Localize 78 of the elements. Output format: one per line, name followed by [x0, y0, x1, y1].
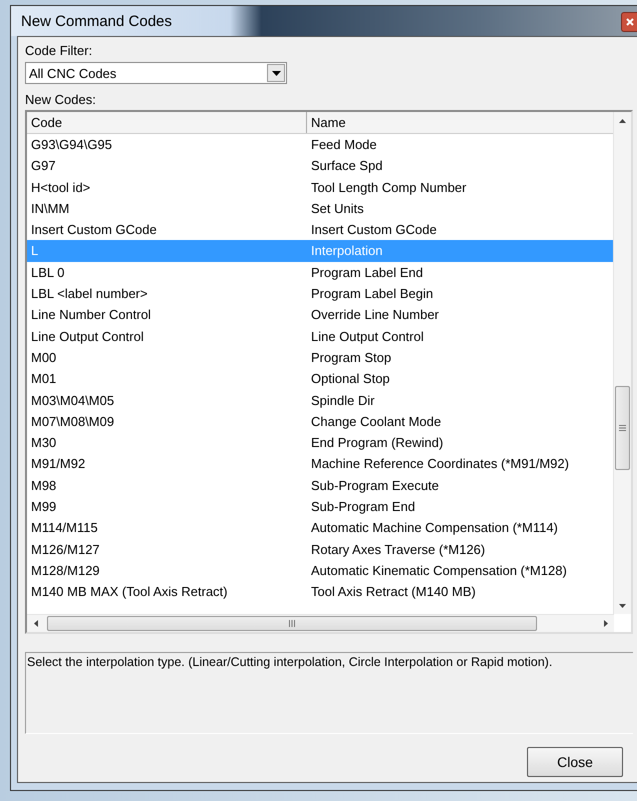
list-row[interactable]: M03\M04\M05 Spindle Dir [27, 390, 613, 411]
list-row[interactable]: M98 Sub-Program Execute [27, 474, 613, 496]
name-cell-text: Interpolation [310, 242, 384, 260]
vertical-scrollbar[interactable] [613, 112, 631, 614]
name-cell-text: Sub-Program Execute [310, 476, 440, 495]
horizontal-scrollbar[interactable] [27, 614, 614, 632]
code-cell-text: L [30, 242, 40, 260]
name-cell-text: Optional Stop [310, 370, 391, 388]
name-cell-text: Override Line Number [310, 306, 440, 324]
code-cell-text: M91/M92 [30, 455, 86, 474]
name-cell-text: Set Units [310, 200, 365, 218]
name-cell-text: Change Coolant Mode [310, 412, 442, 431]
list-row[interactable]: H<tool id> Tool Length Comp Number [27, 176, 613, 198]
code-filter-label: Code Filter: [25, 42, 94, 60]
name-cell-text: Tool Axis Retract (M140 MB) [310, 583, 477, 602]
name-cell-text: End Program (Rewind) [310, 434, 444, 452]
close-button[interactable]: Close [527, 747, 623, 777]
list-row[interactable]: IN\MM Set Units [27, 198, 613, 220]
description-text: Select the interpolation type. (Linear/Cutting interpolation, Circle Interpolation or Rapid motion). [27, 655, 552, 669]
list-row[interactable]: M114/M115 Automatic Machine Compensation (*M114) [27, 517, 613, 539]
column-header[interactable]: Code [27, 112, 307, 133]
name-cell-text: Automatic Kinematic Compensation (*M128) [310, 562, 568, 580]
list-row[interactable]: M128/M129 Automatic Kinematic Compensation (*M128) [27, 560, 613, 582]
list-row[interactable]: M91/M92 Machine Reference Coordinates (*M91/M92) [27, 453, 613, 475]
code-cell-text: H<tool id> [30, 178, 92, 197]
window-title: New Command Codes [20, 12, 172, 30]
code-cell-text: LBL 0 [30, 264, 66, 282]
code-cell-text: M03\M04\M05 [30, 392, 116, 410]
name-cell-text: Surface Spd [310, 157, 384, 176]
list-row[interactable]: M00 Program Stop [27, 346, 613, 368]
list-row[interactable]: LBL <label number> Program Label Begin [27, 283, 613, 304]
code-cell-text: G93\G94\G95 [30, 136, 113, 154]
name-cell-text: Sub-Program End [310, 498, 416, 516]
name-cell-text: Program Label End [310, 264, 424, 282]
list-row[interactable]: G93\G94\G95 Feed Mode [27, 134, 613, 156]
name-cell-text: Rotary Axes Traverse (*M126) [310, 540, 486, 559]
list-row[interactable]: LBL 0 Program Label End [27, 262, 613, 284]
code-cell-text: M140 MB MAX (Tool Axis Retract) [30, 583, 228, 602]
code-cell-text: G97 [30, 157, 57, 176]
code-cell-text: M99 [30, 498, 58, 516]
list-row[interactable]: Insert Custom GCode Insert Custom GCode [27, 219, 613, 240]
scroll-thumb[interactable] [47, 616, 537, 631]
list-row[interactable]: M01 Optional Stop [27, 368, 613, 390]
code-cell-text: M128/M129 [30, 562, 101, 580]
code-cell-text: M00 [30, 348, 58, 367]
list-row[interactable]: Line Output Control Line Output Control [27, 326, 613, 347]
name-cell-text: Insert Custom GCode [310, 221, 438, 240]
code-cell-text: Line Number Control [30, 306, 152, 324]
code-cell-text: Insert Custom GCode [30, 221, 158, 240]
close-icon[interactable] [621, 12, 637, 32]
name-cell-text: Automatic Machine Compensation (*M114) [310, 519, 559, 538]
name-cell-text: Tool Length Comp Number [310, 178, 468, 197]
code-cell-text: M07\M08\M09 [30, 412, 116, 431]
name-cell-text: Program Label Begin [310, 285, 434, 304]
code-cell-text: M126/M127 [30, 540, 101, 559]
code-cell-text: M30 [30, 434, 58, 452]
name-cell-text: Program Stop [310, 348, 392, 367]
code-cell-text: LBL <label number> [30, 285, 149, 304]
code-cell-text: M98 [30, 476, 58, 495]
code-cell-text: M01 [30, 370, 58, 388]
list-row[interactable]: M30 End Program (Rewind) [27, 432, 613, 454]
code-cell-text: M114/M115 [30, 519, 99, 538]
list-row[interactable]: M126/M127 Rotary Axes Traverse (*M126) [27, 538, 613, 560]
list-row[interactable]: G97 Surface Spd [27, 155, 613, 177]
scroll-thumb[interactable] [615, 386, 630, 470]
column-header[interactable]: Name [307, 112, 613, 133]
list-row[interactable]: M140 MB MAX (Tool Axis Retract) Tool Axis Retract (M140 MB) [27, 581, 613, 603]
name-cell-text: Spindle Dir [310, 392, 376, 410]
code-cell-text: Line Output Control [30, 328, 145, 346]
code-filter-dropdown[interactable]: All CNC Codes [25, 62, 287, 84]
name-cell-text: Feed Mode [310, 136, 378, 154]
new-codes-label: New Codes: [25, 91, 97, 109]
list-row[interactable]: Line Number Control Override Line Number [27, 304, 613, 326]
code-cell-text: IN\MM [30, 200, 70, 218]
list-row[interactable]: M07\M08\M09 Change Coolant Mode [27, 410, 613, 432]
list-row[interactable]: M99 Sub-Program End [27, 496, 613, 518]
name-cell-text: Machine Reference Coordinates (*M91/M92) [310, 455, 570, 474]
name-cell-text: Line Output Control [310, 328, 425, 346]
